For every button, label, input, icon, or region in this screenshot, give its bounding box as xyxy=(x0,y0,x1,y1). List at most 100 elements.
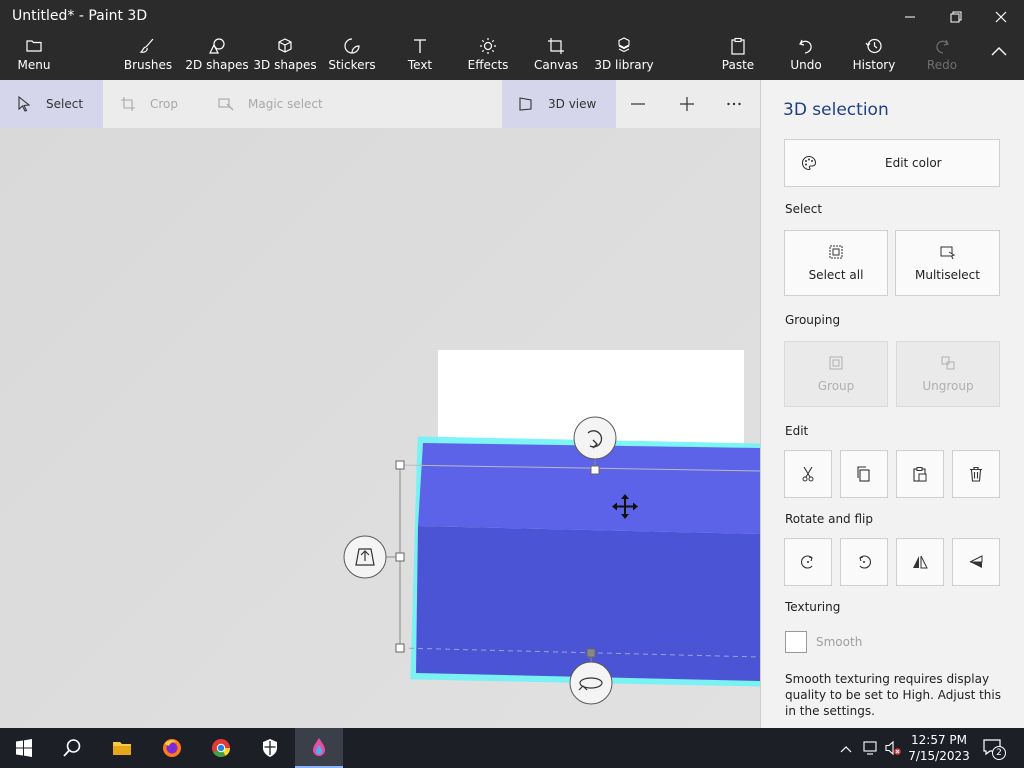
undo-label: Undo xyxy=(790,58,822,72)
notification-count-badge: 2 xyxy=(992,746,1006,760)
smooth-checkbox[interactable] xyxy=(785,631,807,653)
windows-taskbar: 12:57 PM 7/15/2023 2 xyxy=(0,728,1024,768)
smooth-note: Smooth texturing requires display qualit… xyxy=(785,672,1001,718)
chevron-up-icon xyxy=(991,47,1007,56)
sun-icon xyxy=(480,38,496,54)
folder-icon xyxy=(26,40,42,52)
3d-library-label: 3D library xyxy=(594,58,654,72)
trash-icon xyxy=(970,466,982,482)
resize-handle-top-left[interactable] xyxy=(395,460,405,470)
edit-heading: Edit xyxy=(785,424,809,438)
3d-shapes-button[interactable]: 3D shapes xyxy=(253,37,317,77)
undo-button[interactable]: Undo xyxy=(788,37,824,77)
3d-view-icon xyxy=(519,97,532,111)
paste-label: Paste xyxy=(721,58,755,72)
minimize-button[interactable] xyxy=(887,0,933,33)
magic-select-button[interactable]: Magic select xyxy=(218,80,348,128)
3d-view-button[interactable]: 3D view xyxy=(502,80,616,128)
more-options-button[interactable] xyxy=(726,80,746,128)
sticker-icon xyxy=(344,38,360,54)
chrome-taskbar-button[interactable] xyxy=(197,728,245,768)
chrome-icon xyxy=(212,739,230,758)
cut-button[interactable] xyxy=(784,450,832,498)
rotate-z-handle[interactable] xyxy=(573,416,617,460)
drawing-canvas[interactable] xyxy=(0,128,760,728)
multiselect-label: Multiselect xyxy=(915,268,980,282)
taskbar-clock[interactable]: 12:57 PM 7/15/2023 xyxy=(902,732,976,764)
texturing-heading: Texturing xyxy=(785,600,841,614)
flip-vertical-icon xyxy=(969,555,983,568)
select-all-icon xyxy=(829,245,843,259)
multiselect-button[interactable]: Multiselect xyxy=(895,230,1000,296)
security-taskbar-button[interactable] xyxy=(246,728,294,768)
edit-color-label: Edit color xyxy=(885,156,942,170)
select-tool-button[interactable]: Select xyxy=(0,80,103,128)
stickers-button[interactable]: Stickers xyxy=(328,37,376,77)
history-button[interactable]: History xyxy=(852,37,896,77)
clock-date: 7/15/2023 xyxy=(908,749,970,763)
text-icon xyxy=(414,39,426,53)
rotate-right-button[interactable] xyxy=(840,538,888,586)
3d-library-button[interactable]: 3D library xyxy=(594,37,654,77)
smooth-label: Smooth xyxy=(816,635,863,649)
search-button[interactable] xyxy=(48,728,96,768)
paste-button[interactable]: Paste xyxy=(719,37,757,77)
effects-button[interactable]: Effects xyxy=(468,37,508,77)
brushes-label: Brushes xyxy=(123,58,173,72)
ungroup-button[interactable]: Ungroup xyxy=(896,341,1000,407)
brushes-button[interactable]: Brushes xyxy=(123,37,173,77)
3d-selection-panel: 3D selection Edit color Select Select al… xyxy=(760,80,1024,728)
selection-toolbar: Select Crop Magic select 3D view xyxy=(0,80,760,128)
collapse-toolbar-button[interactable] xyxy=(984,43,1014,83)
flip-horizontal-button[interactable] xyxy=(896,538,944,586)
rotate-left-button[interactable] xyxy=(784,538,832,586)
palette-icon xyxy=(801,155,817,171)
rotate-left-icon xyxy=(801,555,813,569)
show-hidden-icons-button[interactable] xyxy=(840,741,852,760)
canvas-button[interactable]: Canvas xyxy=(533,37,579,77)
2d-shapes-label: 2D shapes xyxy=(185,58,249,72)
minus-icon xyxy=(631,103,645,105)
title-bar: Untitled* - Paint 3D xyxy=(0,0,1024,33)
start-button[interactable] xyxy=(0,728,48,768)
firefox-taskbar-button[interactable] xyxy=(148,728,196,768)
effects-label: Effects xyxy=(467,58,509,72)
select-all-button[interactable]: Select all xyxy=(784,230,888,296)
paint3d-taskbar-button[interactable] xyxy=(295,728,343,768)
resize-handle-left[interactable] xyxy=(395,552,405,562)
cursor-icon xyxy=(18,96,31,112)
group-button[interactable]: Group xyxy=(784,341,888,407)
folder-icon xyxy=(113,742,131,755)
resize-handle-bottom-left[interactable] xyxy=(395,643,405,653)
move-depth-handle[interactable] xyxy=(343,535,387,579)
menu-label: Menu xyxy=(17,58,51,72)
action-center-button[interactable]: 2 xyxy=(982,738,1008,760)
copy-button[interactable] xyxy=(840,450,888,498)
rotate-y-handle[interactable] xyxy=(569,661,613,705)
restore-button[interactable] xyxy=(933,0,979,33)
2d-shapes-button[interactable]: 2D shapes xyxy=(185,37,249,77)
shield-icon xyxy=(263,739,277,757)
magic-select-label: Magic select xyxy=(248,97,323,111)
flip-vertical-button[interactable] xyxy=(952,538,1000,586)
history-icon xyxy=(865,38,882,54)
paste-panel-button[interactable] xyxy=(896,450,944,498)
zoom-out-button[interactable] xyxy=(630,80,650,128)
close-button[interactable] xyxy=(978,0,1024,33)
resize-handle-top[interactable] xyxy=(590,465,600,475)
file-explorer-taskbar-button[interactable] xyxy=(98,728,146,768)
canvas-label: Canvas xyxy=(533,58,579,72)
delete-button[interactable] xyxy=(952,450,1000,498)
redo-button[interactable]: Redo xyxy=(924,37,960,77)
resize-handle-bottom[interactable] xyxy=(586,648,596,658)
volume-status[interactable] xyxy=(884,740,902,760)
restore-icon xyxy=(950,11,962,22)
zoom-in-button[interactable] xyxy=(679,80,699,128)
menu-button[interactable]: Menu xyxy=(14,37,54,77)
crop-tool-button[interactable]: Crop xyxy=(120,80,210,128)
text-button[interactable]: Text xyxy=(402,37,438,77)
edit-color-button[interactable]: Edit color xyxy=(784,139,1000,187)
network-status[interactable] xyxy=(863,740,879,760)
speaker-muted-icon xyxy=(885,740,901,756)
ungroup-icon xyxy=(941,356,955,370)
